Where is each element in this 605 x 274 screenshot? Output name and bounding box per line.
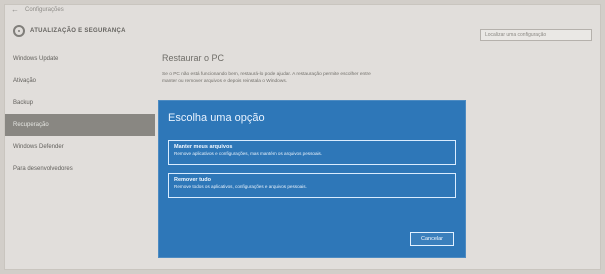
- remove-everything-option[interactable]: Remover tudo Remove todos os aplicativos…: [168, 173, 456, 198]
- option-description: Remove todos os aplicativos, configuraçõ…: [174, 184, 307, 189]
- cancel-button[interactable]: Cancelar: [410, 232, 454, 246]
- option-title: Manter meus arquivos: [174, 144, 233, 150]
- keep-files-option[interactable]: Manter meus arquivos Remove aplicativos …: [168, 140, 456, 165]
- option-title: Remover tudo: [174, 177, 211, 183]
- option-description: Remove aplicativos e configurações, mas …: [174, 151, 323, 156]
- reset-options-dialog: Escolha uma opção Manter meus arquivos R…: [158, 100, 466, 258]
- dialog-title: Escolha uma opção: [168, 112, 265, 124]
